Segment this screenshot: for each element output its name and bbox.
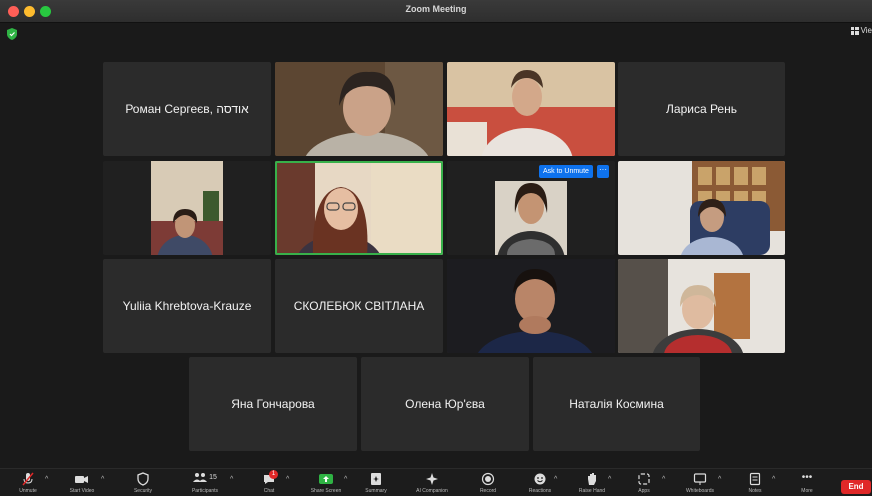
notes-label: Notes — [748, 488, 762, 494]
participant-name: СКОЛЕБЮК СВІТЛАНА — [293, 299, 425, 313]
unmute-label: Unmute — [19, 488, 37, 494]
view-label: Vie — [860, 26, 872, 35]
chat-label: Chat — [263, 488, 275, 494]
participant-name: Лариса Рень — [666, 102, 737, 116]
record-icon — [481, 472, 495, 486]
whiteboard-icon — [693, 473, 707, 485]
participant-video-tile[interactable] — [618, 259, 785, 353]
participant-video-tile[interactable] — [447, 62, 615, 156]
participant-video — [447, 259, 615, 353]
ai-companion-button[interactable]: AI Companion — [408, 472, 456, 494]
participant-video-tile[interactable] — [447, 259, 615, 353]
chat-options-caret[interactable]: ^ — [286, 476, 289, 483]
window-title: Zoom Meeting — [405, 4, 467, 14]
more-dots-icon: ••• — [801, 472, 813, 483]
chat-unread-badge: 1 — [269, 470, 278, 479]
end-meeting-button[interactable]: End — [841, 480, 871, 494]
reactions-label: Reactions — [528, 488, 552, 494]
whiteboards-button[interactable]: Whiteboards — [678, 472, 722, 494]
security-label: Security — [133, 488, 153, 494]
notes-icon — [749, 472, 761, 486]
participant-name: Яна Гончарова — [231, 397, 315, 411]
active-speaker-video-tile[interactable] — [275, 161, 443, 255]
meeting-toolbar: Unmute ^ Start Video ^ Security 15 Parti… — [0, 468, 872, 496]
participants-label: Participants — [191, 488, 219, 494]
participant-video — [447, 62, 615, 156]
participant-video-tile[interactable] — [103, 161, 271, 255]
apps-button[interactable]: Apps — [628, 472, 660, 494]
security-shield-icon — [137, 472, 149, 486]
raise-hand-icon — [588, 473, 596, 485]
notes-button[interactable]: Notes — [738, 472, 772, 494]
shield-icon[interactable] — [7, 28, 17, 40]
reactions-options-caret[interactable]: ^ — [554, 476, 557, 483]
unmute-button[interactable]: Unmute — [10, 472, 46, 494]
start-video-label: Start Video — [69, 488, 95, 494]
more-button[interactable]: ••• More — [792, 472, 822, 494]
whiteboards-options-caret[interactable]: ^ — [718, 476, 721, 483]
video-options-caret[interactable]: ^ — [101, 476, 104, 483]
record-button[interactable]: Record — [472, 472, 504, 494]
raise-hand-button[interactable]: Raise Hand — [572, 472, 612, 494]
participant-tile[interactable]: Олена Юр'єва — [361, 357, 529, 451]
participant-name: Yuliia Khrebtova-Krauze — [122, 299, 252, 313]
participant-tile[interactable]: Роман Сергеєв, אודסה — [103, 62, 271, 156]
participant-video-tile[interactable] — [275, 62, 443, 156]
ask-to-unmute-button[interactable]: Ask to Unmute — [539, 165, 593, 178]
emoji-icon — [534, 473, 546, 485]
participant-name: Олена Юр'єва — [405, 397, 485, 411]
share-screen-icon — [319, 474, 333, 484]
apps-options-caret[interactable]: ^ — [662, 476, 665, 483]
participant-tile[interactable]: СКОЛЕБЮК СВІТЛАНА — [275, 259, 443, 353]
participant-tile[interactable]: Яна Гончарова — [189, 357, 357, 451]
audio-options-caret[interactable]: ^ — [45, 476, 48, 483]
muted-microphone-icon — [22, 472, 34, 486]
participant-video — [618, 161, 785, 255]
participant-video — [275, 62, 443, 156]
participants-count: 15 — [209, 473, 217, 481]
raise-hand-label: Raise Hand — [578, 488, 606, 494]
summary-document-icon — [371, 473, 381, 485]
share-screen-button[interactable]: Share Screen — [306, 472, 346, 494]
apps-icon — [638, 473, 650, 485]
share-options-caret[interactable]: ^ — [344, 476, 347, 483]
participants-options-caret[interactable]: ^ — [230, 476, 233, 483]
participant-name: Наталія Космина — [569, 397, 664, 411]
sparkle-icon — [426, 473, 438, 485]
participant-video — [103, 161, 271, 255]
grid-view-icon — [850, 26, 859, 35]
participants-icon — [193, 473, 208, 482]
participant-video — [618, 259, 785, 353]
summary-button[interactable]: Summary — [358, 472, 394, 494]
participant-video-tile[interactable] — [618, 161, 785, 255]
participant-name: Роман Сергеєв, אודסה — [125, 102, 249, 116]
whiteboards-label: Whiteboards — [685, 488, 715, 494]
participant-tile[interactable]: Наталія Космина — [533, 357, 700, 451]
more-label: More — [801, 488, 813, 494]
participants-button[interactable]: 15 Participants — [182, 472, 228, 494]
share-screen-label: Share Screen — [310, 488, 342, 494]
apps-label: Apps — [638, 488, 650, 494]
notes-options-caret[interactable]: ^ — [772, 476, 775, 483]
security-button[interactable]: Security — [124, 472, 162, 494]
view-button[interactable]: Vie — [850, 26, 872, 35]
start-video-button[interactable]: Start Video — [62, 472, 102, 494]
record-label: Record — [479, 488, 497, 494]
participant-video — [275, 161, 443, 255]
summary-label: Summary — [365, 488, 387, 494]
ai-companion-label: AI Companion — [416, 488, 448, 494]
title-bar: Zoom Meeting — [0, 0, 872, 23]
more-options-button[interactable]: ··· — [597, 165, 609, 178]
raise-hand-options-caret[interactable]: ^ — [608, 476, 611, 483]
participant-tile[interactable]: Лариса Рень — [618, 62, 785, 156]
camera-off-icon — [75, 476, 88, 483]
participant-tile[interactable]: Yuliia Khrebtova-Krauze — [103, 259, 271, 353]
